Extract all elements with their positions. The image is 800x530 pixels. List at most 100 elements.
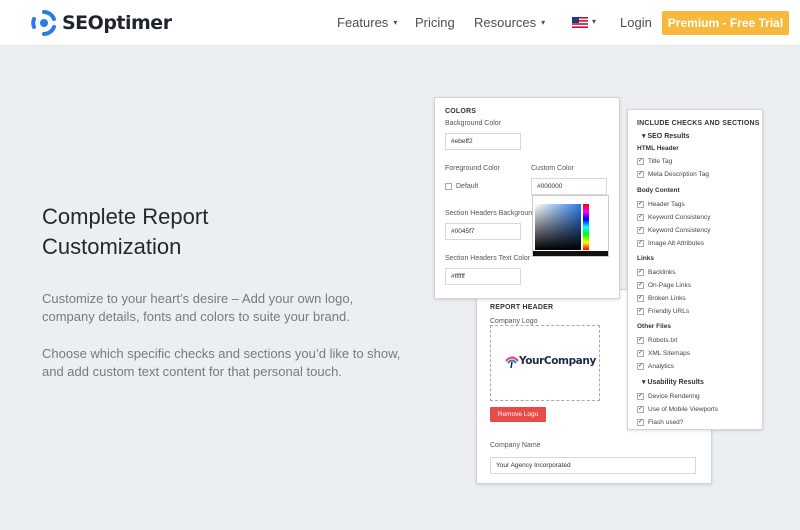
- default-label: Default: [456, 183, 479, 190]
- check-flash[interactable]: ✓ Flash used?: [637, 419, 683, 426]
- check-label: Use of Mobile Viewports: [648, 406, 718, 413]
- color-picker-hue-slider[interactable]: [583, 204, 589, 250]
- checkbox-icon[interactable]: ✓: [637, 406, 644, 413]
- check-label: Backlinks: [648, 269, 676, 276]
- usability-results-label: Usability Results: [647, 379, 704, 386]
- check-label: Device Rendering: [648, 393, 700, 400]
- us-flag-icon[interactable]: [572, 17, 588, 28]
- checkbox-icon[interactable]: ✓: [637, 393, 644, 400]
- nav-resources[interactable]: Resources ▾: [474, 15, 545, 30]
- custom-color-label: Custom Color: [531, 165, 574, 172]
- section-headers-bg-label: Section Headers Background: [445, 210, 537, 217]
- check-device-rendering[interactable]: ✓ Device Rendering: [637, 393, 700, 400]
- brand-logo[interactable]: SEOptimer: [30, 9, 172, 37]
- check-analytics[interactable]: ✓ Analytics: [637, 363, 674, 370]
- top-nav: SEOptimer Features ▾ Pricing Resources ▾ ▾…: [0, 0, 800, 46]
- check-broken-links[interactable]: ✓ Broken Links: [637, 295, 686, 302]
- check-title-tag[interactable]: ✓ Title Tag: [637, 158, 672, 165]
- check-onpage-links[interactable]: ✓ On-Page Links: [637, 282, 691, 289]
- chevron-down-icon[interactable]: ▾: [592, 17, 596, 26]
- chevron-down-icon: ▾: [541, 18, 546, 27]
- company-name-input[interactable]: Your Agency Incorporated: [490, 457, 696, 474]
- check-keyword-consistency-2[interactable]: ✓ Keyword Consistency: [637, 227, 711, 234]
- checkbox-icon[interactable]: ✓: [637, 282, 644, 289]
- check-image-alt[interactable]: ✓ Image Alt Attributes: [637, 240, 704, 247]
- foreground-color-label: Foreground Color: [445, 165, 500, 172]
- check-label: Keyword Consistency: [648, 227, 711, 234]
- check-label: Header Tags: [648, 201, 685, 208]
- nav-resources-label: Resources: [474, 15, 537, 30]
- login-link[interactable]: Login: [620, 15, 652, 30]
- checkbox-icon[interactable]: ✓: [637, 350, 644, 357]
- nav-features-label: Features: [337, 15, 389, 30]
- check-label: Broken Links: [648, 295, 686, 302]
- check-label: Meta Description Tag: [648, 171, 709, 178]
- checkbox-icon[interactable]: ✓: [637, 419, 644, 426]
- check-keyword-consistency-1[interactable]: ✓ Keyword Consistency: [637, 214, 711, 221]
- check-label: Analytics: [648, 363, 675, 370]
- custom-color-input[interactable]: #000000: [531, 178, 607, 195]
- checkbox-icon[interactable]: ✓: [637, 201, 644, 208]
- gear-logo-icon: [31, 10, 56, 36]
- checkbox-icon[interactable]: ✓: [637, 227, 644, 234]
- checkbox-icon[interactable]: ✓: [637, 269, 644, 276]
- checkbox-icon[interactable]: ✓: [637, 158, 644, 165]
- checkbox-icon[interactable]: ✓: [637, 171, 644, 178]
- colors-card: COLORS Background Color #ebeff2 Foregrou…: [434, 97, 620, 299]
- checkbox-icon[interactable]: ✓: [637, 363, 644, 370]
- colors-title: COLORS: [445, 108, 477, 115]
- company-logo-icon: [505, 356, 519, 368]
- group-other-files: Other Files: [637, 323, 671, 330]
- checks-title: INCLUDE CHECKS AND SECTIONS: [637, 120, 760, 127]
- chevron-down-icon: ▾: [393, 18, 398, 27]
- group-body-content: Body Content: [637, 187, 680, 194]
- seo-results-toggle[interactable]: ▾ SEO Results: [642, 132, 689, 140]
- hero-paragraph-2: Choose which specific checks and section…: [42, 346, 401, 379]
- company-logo-text: YourCompany: [519, 355, 596, 367]
- default-checkbox[interactable]: [445, 183, 452, 190]
- chevron-down-icon: ▾: [642, 133, 646, 140]
- logo-dropzone[interactable]: YourCompany: [490, 325, 600, 401]
- check-xml-sitemaps[interactable]: ✓ XML Sitemaps: [637, 350, 690, 357]
- color-picker-preview: [533, 251, 608, 256]
- check-label: Keyword Consistency: [648, 214, 711, 221]
- check-label: Friendly URLs: [648, 308, 690, 315]
- check-mobile-viewports[interactable]: ✓ Use of Mobile Viewports: [637, 406, 718, 413]
- default-option[interactable]: Default: [445, 183, 478, 190]
- check-label: Title Tag: [648, 158, 673, 165]
- check-header-tags[interactable]: ✓ Header Tags: [637, 201, 685, 208]
- checkbox-icon[interactable]: ✓: [637, 308, 644, 315]
- check-label: Robots.txt: [648, 337, 678, 344]
- nav-pricing-label: Pricing: [415, 15, 455, 30]
- check-friendly-urls[interactable]: ✓ Friendly URLs: [637, 308, 689, 315]
- seo-results-label: SEO Results: [647, 133, 690, 140]
- check-backlinks[interactable]: ✓ Backlinks: [637, 269, 675, 276]
- report-header-title: REPORT HEADER: [490, 304, 554, 311]
- hero-paragraph-1: Customize to your heart’s desire – Add y…: [42, 291, 354, 324]
- check-label: On-Page Links: [648, 282, 691, 289]
- nav-pricing[interactable]: Pricing: [415, 15, 455, 30]
- premium-trial-button[interactable]: Premium - Free Trial: [662, 11, 789, 35]
- company-logo: YourCompany: [505, 354, 596, 368]
- company-logo-label: Company Logo: [490, 318, 538, 325]
- section-headers-text-input[interactable]: #ffffff: [445, 268, 521, 285]
- check-label: XML Sitemaps: [648, 350, 691, 357]
- remove-logo-button[interactable]: Remove Logo: [490, 407, 546, 422]
- checkbox-icon[interactable]: ✓: [637, 295, 644, 302]
- checkbox-icon[interactable]: ✓: [637, 214, 644, 221]
- check-robots[interactable]: ✓ Robots.txt: [637, 337, 677, 344]
- background-color-input[interactable]: #ebeff2: [445, 133, 521, 150]
- nav-features[interactable]: Features ▾: [337, 15, 397, 30]
- page-title: Complete Report Customization: [42, 204, 209, 259]
- check-meta-description[interactable]: ✓ Meta Description Tag: [637, 171, 709, 178]
- checkbox-icon[interactable]: ✓: [637, 240, 644, 247]
- color-picker-saturation[interactable]: [535, 204, 581, 250]
- color-picker[interactable]: [532, 195, 609, 257]
- usability-results-toggle[interactable]: ▾ Usability Results: [642, 378, 704, 386]
- section-headers-text-label: Section Headers Text Color: [445, 255, 531, 262]
- checkbox-icon[interactable]: ✓: [637, 337, 644, 344]
- section-headers-bg-input[interactable]: #0045f7: [445, 223, 521, 240]
- group-links: Links: [637, 255, 654, 262]
- chevron-down-icon: ▾: [642, 379, 646, 386]
- background-color-label: Background Color: [445, 120, 502, 127]
